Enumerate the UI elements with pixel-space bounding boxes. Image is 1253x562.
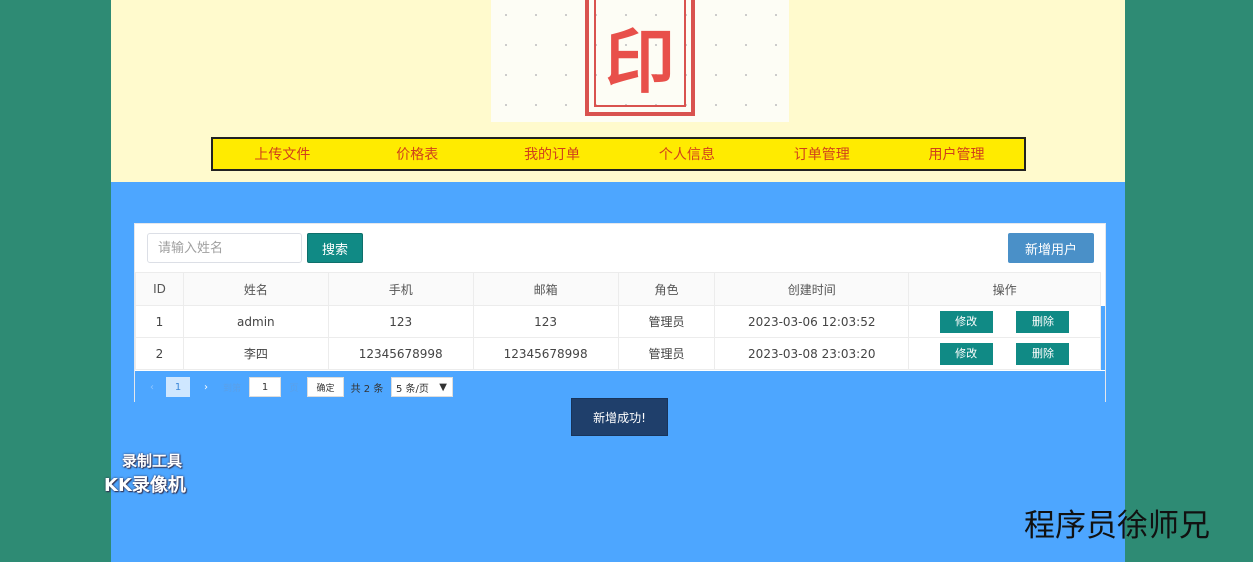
cell-id: 1: [135, 305, 184, 338]
cell-role: 管理员: [617, 305, 716, 338]
col-header-actions: 操作: [908, 272, 1101, 306]
cell-id: 2: [135, 337, 184, 370]
recorder-watermark-line2: KK录像机: [104, 475, 186, 496]
cell-phone: 123: [327, 305, 474, 338]
page-size-select[interactable]: 5 条/页 ▼: [391, 377, 453, 397]
goto-confirm-button[interactable]: 确定: [307, 377, 344, 397]
cell-actions: 修改 删除: [908, 305, 1101, 338]
nav-user-management[interactable]: 用户管理: [889, 144, 1024, 164]
cell-created: 2023-03-08 23:03:20: [714, 337, 910, 370]
search-button[interactable]: 搜索: [307, 233, 363, 263]
user-panel: 搜索 新增用户 ID 姓名 手机 邮箱 角色 创建时间 操作: [134, 223, 1106, 403]
col-header-created: 创建时间: [714, 272, 910, 306]
seal-icon: 印: [585, 0, 695, 116]
header: 印 上传文件 价格表 我的订单 个人信息 订单管理 用户管理: [111, 0, 1125, 182]
next-page-button[interactable]: ›: [199, 377, 213, 397]
page-size-value: 5 条/页: [396, 383, 429, 395]
recorder-watermark-line1: 录制工具: [122, 452, 183, 470]
table-scrollbar[interactable]: [1101, 306, 1105, 370]
col-header-phone: 手机: [327, 272, 474, 306]
nav-my-orders[interactable]: 我的订单: [485, 144, 620, 164]
add-user-button[interactable]: 新增用户: [1008, 233, 1094, 263]
search-input[interactable]: [147, 233, 302, 263]
cell-actions: 修改 删除: [908, 337, 1101, 370]
goto-label: 到第: [222, 383, 241, 394]
page-suffix-label: 页: [289, 383, 299, 394]
table-row: 2 李四 12345678998 12345678998 管理员 2023-03…: [135, 337, 1101, 370]
nav-upload-files[interactable]: 上传文件: [215, 144, 350, 164]
prev-page-button[interactable]: ‹: [145, 377, 159, 397]
total-count: 共 2 条: [350, 383, 384, 395]
cell-email: 123: [472, 305, 619, 338]
success-toast: 新增成功!: [571, 398, 668, 436]
col-header-id: ID: [135, 272, 184, 306]
delete-button[interactable]: 删除: [1016, 310, 1070, 333]
site-logo: 印: [491, 0, 789, 122]
seal-char: 印: [605, 20, 675, 103]
edit-button[interactable]: 修改: [939, 342, 993, 365]
goto-page-input[interactable]: 1: [249, 377, 281, 397]
col-header-email: 邮箱: [472, 272, 619, 306]
cell-phone: 12345678998: [327, 337, 474, 370]
nav-profile[interactable]: 个人信息: [619, 144, 754, 164]
cell-created: 2023-03-06 12:03:52: [714, 305, 910, 338]
main-nav: 上传文件 价格表 我的订单 个人信息 订单管理 用户管理: [211, 137, 1026, 171]
cell-role: 管理员: [617, 337, 716, 370]
page-number-button[interactable]: 1: [166, 377, 190, 397]
table-header-row: ID 姓名 手机 邮箱 角色 创建时间 操作: [135, 272, 1101, 306]
cell-name: admin: [182, 305, 329, 338]
nav-price-list[interactable]: 价格表: [350, 144, 485, 164]
edit-button[interactable]: 修改: [939, 310, 993, 333]
col-header-name: 姓名: [182, 272, 329, 306]
chevron-down-icon: ▼: [439, 381, 447, 393]
nav-order-management[interactable]: 订单管理: [754, 144, 889, 164]
cell-name: 李四: [182, 337, 329, 370]
delete-button[interactable]: 删除: [1016, 342, 1070, 365]
main-content: 搜索 新增用户 ID 姓名 手机 邮箱 角色 创建时间 操作: [111, 182, 1125, 562]
col-header-role: 角色: [617, 272, 716, 306]
author-watermark: 程序员徐师兄: [1024, 508, 1210, 544]
page: 印 上传文件 价格表 我的订单 个人信息 订单管理 用户管理 搜索 新增用户: [111, 0, 1125, 562]
cell-email: 12345678998: [472, 337, 619, 370]
user-table: ID 姓名 手机 邮箱 角色 创建时间 操作 1 admin 123 123 管…: [135, 272, 1101, 370]
table-row: 1 admin 123 123 管理员 2023-03-06 12:03:52 …: [135, 305, 1101, 338]
